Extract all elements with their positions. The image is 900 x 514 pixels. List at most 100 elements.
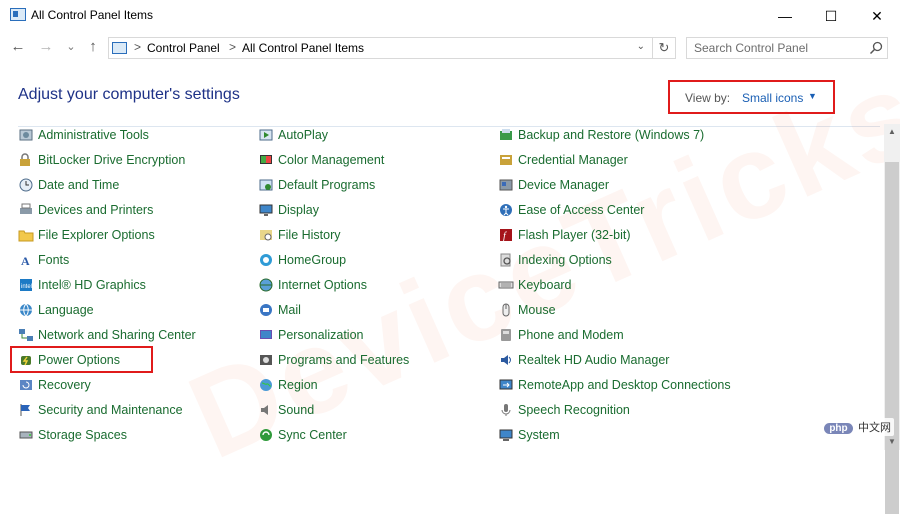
control-panel-item[interactable]: Backup and Restore (Windows 7) <box>498 124 704 146</box>
control-panel-item[interactable]: Administrative Tools <box>18 124 149 146</box>
control-panel-item-label[interactable]: Region <box>278 378 318 392</box>
control-panel-item-label[interactable]: Language <box>38 303 94 317</box>
remoteapp-icon <box>499 379 513 390</box>
control-panel-item-label[interactable]: Intel® HD Graphics <box>38 278 146 292</box>
control-panel-item[interactable]: Default Programs <box>258 174 375 196</box>
recent-locations-button[interactable]: ⌄ <box>62 40 80 53</box>
control-panel-item[interactable]: Sync Center <box>258 424 347 446</box>
control-panel-item-label[interactable]: Display <box>278 203 319 217</box>
control-panel-item-label[interactable]: AutoPlay <box>278 128 328 142</box>
control-panel-item-label[interactable]: Storage Spaces <box>38 428 127 442</box>
control-panel-item-label[interactable]: System <box>518 428 560 442</box>
control-panel-item-label[interactable]: Date and Time <box>38 178 119 192</box>
control-panel-item-label[interactable]: Sound <box>278 403 314 417</box>
control-panel-item[interactable]: Mouse <box>498 299 556 321</box>
control-panel-item-label[interactable]: Keyboard <box>518 278 572 292</box>
control-panel-item-label[interactable]: Personalization <box>278 328 363 342</box>
keyboard-icon <box>498 281 514 289</box>
control-panel-item[interactable]: Keyboard <box>498 274 572 296</box>
control-panel-item-label[interactable]: Programs and Features <box>278 353 409 367</box>
control-panel-item[interactable]: Color Management <box>258 149 384 171</box>
control-panel-item[interactable]: Storage Spaces <box>18 424 127 446</box>
up-button[interactable]: ↑ <box>84 38 102 55</box>
control-panel-item[interactable]: Recovery <box>18 374 91 396</box>
search-box[interactable] <box>686 37 888 59</box>
control-panel-item[interactable]: RemoteApp and Desktop Connections <box>498 374 731 396</box>
control-panel-item[interactable]: Security and Maintenance <box>18 399 183 421</box>
scroll-down-button[interactable]: ▼ <box>884 434 900 450</box>
control-panel-item[interactable]: Credential Manager <box>498 149 628 171</box>
control-panel-item[interactable]: Date and Time <box>18 174 119 196</box>
control-panel-item-label[interactable]: Internet Options <box>278 278 367 292</box>
scroll-up-button[interactable]: ▲ <box>884 124 900 140</box>
control-panel-item[interactable]: Realtek HD Audio Manager <box>498 349 669 371</box>
control-panel-item[interactable]: HomeGroup <box>258 249 346 271</box>
control-panel-item[interactable]: Network and Sharing Center <box>18 324 196 346</box>
close-button[interactable]: ✕ <box>854 0 900 32</box>
control-panel-item[interactable]: AutoPlay <box>258 124 328 146</box>
control-panel-item[interactable]: Speech Recognition <box>498 399 630 421</box>
control-panel-item-label[interactable]: Flash Player (32-bit) <box>518 228 631 242</box>
breadcrumb-control-panel[interactable]: Control Panel <box>147 41 220 55</box>
control-panel-item-label[interactable]: Security and Maintenance <box>38 403 183 417</box>
control-panel-item-label[interactable]: Indexing Options <box>518 253 612 267</box>
control-panel-item-label[interactable]: Administrative Tools <box>38 128 149 142</box>
control-panel-item[interactable]: intel Intel® HD Graphics <box>18 274 146 296</box>
control-panel-item-label[interactable]: Sync Center <box>278 428 347 442</box>
control-panel-item[interactable]: A Fonts <box>18 249 69 271</box>
control-panel-item[interactable]: Internet Options <box>258 274 367 296</box>
control-panel-item[interactable]: Sound <box>258 399 314 421</box>
control-panel-item[interactable]: f Flash Player (32-bit) <box>498 224 631 246</box>
control-panel-item[interactable]: Device Manager <box>498 174 609 196</box>
control-panel-item[interactable]: Personalization <box>258 324 363 346</box>
internet-options-icon <box>259 278 273 292</box>
breadcrumb-all-items[interactable]: All Control Panel Items <box>242 41 364 55</box>
control-panel-item[interactable]: Display <box>258 199 319 221</box>
view-by-dropdown[interactable]: Small icons <box>742 91 803 105</box>
maximize-button[interactable]: ☐ <box>808 0 854 32</box>
control-panel-item-label[interactable]: BitLocker Drive Encryption <box>38 153 185 167</box>
minimize-button[interactable]: — <box>762 0 808 32</box>
control-panel-item-label[interactable]: Network and Sharing Center <box>38 328 196 342</box>
vertical-scrollbar[interactable]: ▲ ▼ <box>884 124 900 514</box>
dropdown-arrow-icon[interactable]: ▼ <box>808 91 817 101</box>
control-panel-item[interactable]: File Explorer Options <box>18 224 155 246</box>
control-panel-item[interactable]: BitLocker Drive Encryption <box>18 149 185 171</box>
control-panel-item-label[interactable]: Speech Recognition <box>518 403 630 417</box>
control-panel-item[interactable]: File History <box>258 224 341 246</box>
scroll-thumb[interactable] <box>885 162 899 514</box>
address-bar[interactable]: > Control Panel > All Control Panel Item… <box>108 37 676 59</box>
control-panel-item-label[interactable]: Mail <box>278 303 301 317</box>
control-panel-item-label[interactable]: Device Manager <box>518 178 609 192</box>
search-icon[interactable] <box>869 41 883 55</box>
refresh-button[interactable]: ↻ <box>652 38 675 58</box>
control-panel-item[interactable]: Devices and Printers <box>18 199 153 221</box>
search-input[interactable] <box>687 38 872 58</box>
control-panel-item-label[interactable]: RemoteApp and Desktop Connections <box>518 378 731 392</box>
control-panel-item[interactable]: Region <box>258 374 318 396</box>
back-button[interactable]: ← <box>9 38 27 55</box>
control-panel-item[interactable]: Mail <box>258 299 301 321</box>
address-history-dropdown[interactable]: ⌄ <box>637 41 645 52</box>
control-panel-item-label[interactable]: Credential Manager <box>518 153 628 167</box>
control-panel-item[interactable]: Language <box>18 299 94 321</box>
control-panel-item-label[interactable]: Color Management <box>278 153 384 167</box>
control-panel-item-label[interactable]: HomeGroup <box>278 253 346 267</box>
control-panel-item[interactable]: System <box>498 424 560 446</box>
forward-button[interactable]: → <box>37 38 55 55</box>
control-panel-item-label[interactable]: Phone and Modem <box>518 328 624 342</box>
control-panel-item[interactable]: Programs and Features <box>258 349 409 371</box>
control-panel-item-label[interactable]: Backup and Restore (Windows 7) <box>518 128 704 142</box>
control-panel-item-label[interactable]: Fonts <box>38 253 69 267</box>
control-panel-item-label[interactable]: Default Programs <box>278 178 375 192</box>
control-panel-item-label[interactable]: Ease of Access Center <box>518 203 644 217</box>
control-panel-item-label[interactable]: Devices and Printers <box>38 203 153 217</box>
control-panel-item[interactable]: Ease of Access Center <box>498 199 644 221</box>
control-panel-item[interactable]: Phone and Modem <box>498 324 624 346</box>
control-panel-item-label[interactable]: File History <box>278 228 341 242</box>
control-panel-item-label[interactable]: Recovery <box>38 378 91 392</box>
control-panel-item-label[interactable]: Realtek HD Audio Manager <box>518 353 669 367</box>
control-panel-item[interactable]: Indexing Options <box>498 249 612 271</box>
control-panel-item-label[interactable]: Mouse <box>518 303 556 317</box>
control-panel-item-label[interactable]: File Explorer Options <box>38 228 155 242</box>
